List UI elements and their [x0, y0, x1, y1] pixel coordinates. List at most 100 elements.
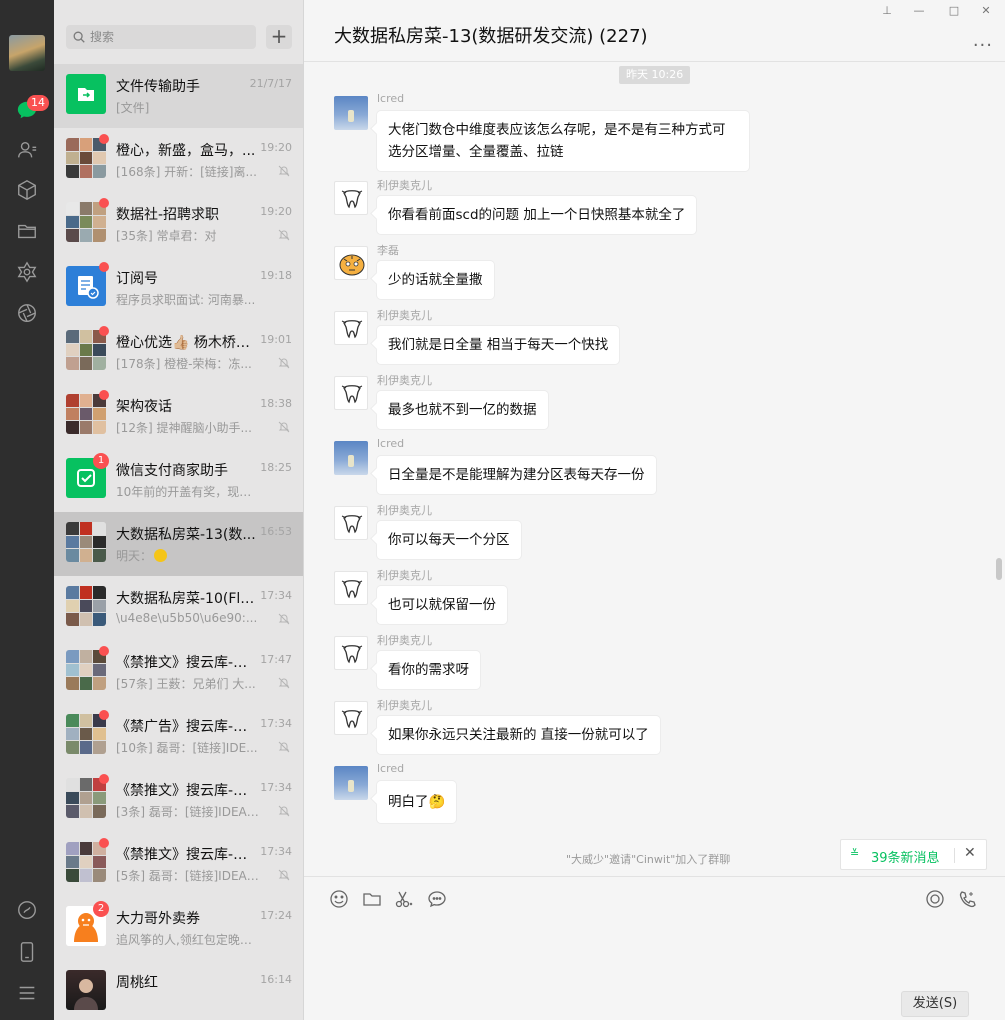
chat-name: 架构夜话 — [116, 399, 172, 415]
group-avatar — [66, 138, 106, 178]
emoji-icon[interactable] — [329, 889, 349, 909]
chat-time: 19:20 — [260, 205, 292, 218]
chat-item[interactable]: 大数据私房菜-10(Fli... 17:34 \u4e8e\u5b50\u6e9… — [54, 576, 303, 640]
chat-name: 大数据私房菜-10(Fli... — [116, 591, 256, 607]
chat-time: 17:24 — [260, 909, 292, 922]
chat-header: ⊥ — □ ✕ 大数据私房菜-13(数据研发交流) (227) ... — [304, 0, 1005, 62]
contact-avatar — [66, 970, 106, 1010]
call-icon[interactable] — [958, 889, 978, 909]
subscription-avatar — [66, 266, 106, 306]
sender-avatar[interactable] — [334, 96, 368, 130]
emoji-icon — [154, 549, 168, 562]
close-icon[interactable]: ✕ — [976, 4, 996, 17]
minimize-icon[interactable]: — — [909, 4, 929, 17]
chat-preview: [57条] 王薮：兄弟们 大... — [116, 677, 256, 691]
message-bubble[interactable]: 你看看前面scd的问题 加上一个日快照基本就全了 — [377, 196, 697, 234]
file-transfer-avatar — [66, 74, 106, 114]
unread-badge: 14 — [27, 95, 49, 111]
sender-avatar[interactable] — [334, 311, 368, 345]
chat-preview: 10年前的开盖有奖，现在... — [116, 485, 261, 499]
chat-item[interactable]: 订阅号 19:18 程序员求职面试: 河南暴... — [54, 256, 303, 320]
message-bubble[interactable]: 明白了🤔 — [377, 781, 457, 823]
unread-dot — [99, 326, 109, 336]
new-messages-banner[interactable]: ≚ 39条新消息 ✕ — [840, 839, 987, 870]
chat-preview: 程序员求职面试: 河南暴... — [116, 293, 256, 307]
close-icon[interactable]: ✕ — [964, 845, 976, 861]
message-bubble[interactable]: 最多也就不到一亿的数据 — [377, 391, 548, 429]
chat-item[interactable]: 数据社-招聘求职 19:20 [35条] 常卓君：对 — [54, 192, 303, 256]
message-bubble[interactable]: 你可以每天一个分区 — [377, 521, 521, 559]
menu-icon[interactable] — [15, 981, 39, 1005]
chat-item[interactable]: 架构夜话 18:38 [12条] 提神醒脑小助手... — [54, 384, 303, 448]
live-icon[interactable] — [925, 889, 945, 909]
chat-item[interactable]: 周桃红 16:14 — [54, 960, 303, 1020]
sender-avatar[interactable] — [334, 246, 368, 280]
mute-icon — [278, 229, 290, 241]
message-bubble[interactable]: 也可以就保留一份 — [377, 586, 507, 624]
aperture-icon[interactable] — [15, 301, 39, 325]
sender-avatar[interactable] — [334, 636, 368, 670]
message-bubble[interactable]: 我们就是日全量 相当于每天一个快找 — [377, 326, 620, 364]
group-avatar — [66, 202, 106, 242]
chat-item[interactable]: 文件传输助手 21/7/17 [文件] — [54, 64, 303, 128]
chat-preview: [178条] 橙橙-荣梅：冻... — [116, 357, 252, 371]
folder-icon[interactable] — [15, 219, 39, 243]
send-button[interactable]: 发送(S) — [901, 991, 969, 1017]
search-box[interactable] — [66, 25, 256, 49]
chat-item-selected[interactable]: 大数据私房菜-13(数... 16:53 明天： — [54, 512, 303, 576]
chat-name: 《禁推文》搜云库-技... — [116, 655, 256, 671]
sender-avatar[interactable] — [334, 376, 368, 410]
group-avatar — [66, 394, 106, 434]
chat-time: 17:47 — [260, 653, 292, 666]
search-input[interactable] — [90, 27, 250, 47]
chat-item[interactable]: 《禁推文》搜云库-技... 17:34 [3条] 磊哥：[链接]IDEA ... — [54, 768, 303, 832]
my-avatar[interactable] — [9, 35, 45, 71]
more-icon[interactable]: ... — [973, 30, 993, 51]
sender-avatar[interactable] — [334, 701, 368, 735]
contacts-icon[interactable] — [15, 138, 39, 162]
sender-avatar[interactable] — [334, 766, 368, 800]
composer: 发送(S) — [304, 876, 1005, 1020]
chat-name: 《禁推文》搜云库-技... — [116, 783, 256, 799]
scrollbar-thumb[interactable] — [996, 558, 1002, 580]
chat-item[interactable]: 1 微信支付商家助手 18:25 10年前的开盖有奖，现在... — [54, 448, 303, 512]
chat-name: 《禁广告》搜云库-技... — [116, 719, 256, 735]
favorites-icon[interactable] — [15, 178, 39, 202]
maximize-icon[interactable]: □ — [944, 4, 964, 17]
folder-icon[interactable] — [362, 889, 382, 909]
sender-avatar[interactable] — [334, 506, 368, 540]
main-nav: 14 — [0, 0, 54, 1020]
chat-item[interactable]: 橙心，新盛，盒马，... 19:20 [168条] 开新：[链接]离... — [54, 128, 303, 192]
chat-name: 《禁推文》搜云库-技... — [116, 847, 256, 863]
message-bubble[interactable]: 日全量是不是能理解为建分区表每天存一份 — [377, 456, 656, 494]
chat-name: 微信支付商家助手 — [116, 463, 228, 479]
chat-item[interactable]: 2 大力哥外卖券 17:24 追风筝的人,领红包定晚餐... — [54, 896, 303, 960]
mini-program-icon[interactable] — [15, 898, 39, 922]
chat-history-icon[interactable] — [427, 889, 447, 909]
chat-name: 周桃红 — [116, 975, 158, 991]
message-bubble[interactable]: 少的话就全量撒 — [377, 261, 494, 299]
chat-preview: \u4e8e\u5b50\u6e90:... — [116, 611, 258, 625]
phone-icon[interactable] — [15, 940, 39, 964]
chat-preview: [35条] 常卓君：对 — [116, 229, 217, 243]
sender-avatar[interactable] — [334, 571, 368, 605]
chat-preview: 明天： — [116, 547, 261, 564]
scissors-icon[interactable] — [394, 889, 414, 909]
pin-icon[interactable]: ⊥ — [877, 4, 897, 17]
message-bubble[interactable]: 大佬门数仓中维度表应该怎么存呢，是不是有三种方式可选分区增量、全量覆盖、拉链 — [377, 111, 749, 171]
chat-item[interactable]: 《禁广告》搜云库-技... 17:34 [10条] 磊哥：[链接]IDE... — [54, 704, 303, 768]
chat-item[interactable]: 《禁推文》搜云库-技... 17:34 [5条] 磊哥：[链接]IDEA ... — [54, 832, 303, 896]
mute-icon — [278, 805, 290, 817]
message-bubble[interactable]: 如果你永远只关注最新的 直接一份就可以了 — [377, 716, 660, 754]
sender-avatar[interactable] — [334, 441, 368, 475]
sender-name: 利伊奥克儿 — [377, 634, 432, 647]
chat-item[interactable]: 橙心优选👍🏼 杨木桥5... 19:01 [178条] 橙橙-荣梅：冻... — [54, 320, 303, 384]
add-button[interactable]: + — [266, 25, 292, 49]
chat-time: 17:34 — [260, 717, 292, 730]
system-note: "大威少"邀请"Cinwit"加入了群聊 — [566, 853, 731, 866]
message-bubble[interactable]: 看你的需求呀 — [377, 651, 480, 689]
moments-icon[interactable] — [15, 260, 39, 284]
chat-item[interactable]: 《禁推文》搜云库-技... 17:47 [57条] 王薮：兄弟们 大... — [54, 640, 303, 704]
sender-avatar[interactable] — [334, 181, 368, 215]
chat-time: 16:14 — [260, 973, 292, 986]
